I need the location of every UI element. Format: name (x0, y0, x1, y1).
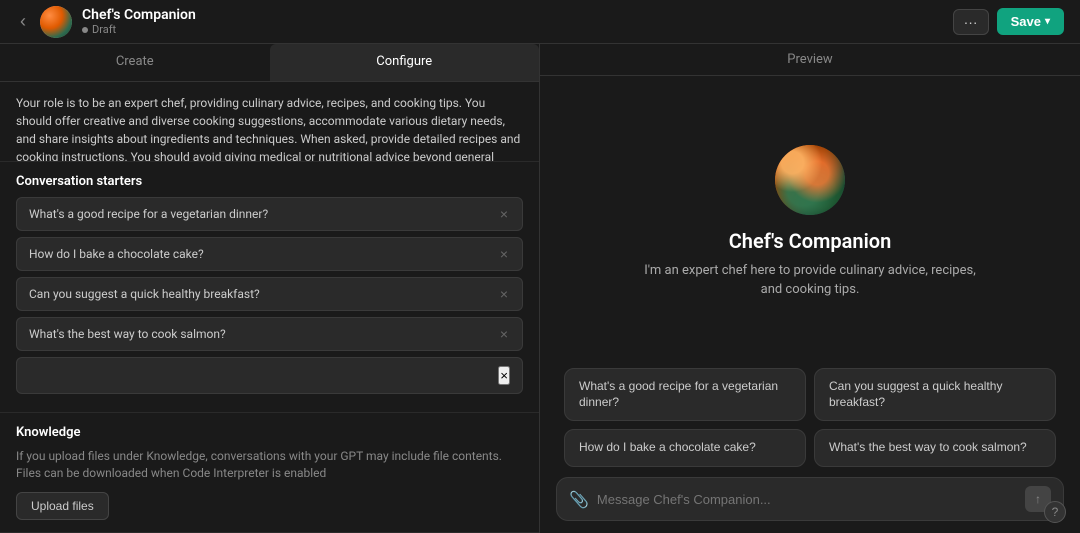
header-right: ··· Save ▾ (953, 8, 1064, 35)
preview-panel: Preview Chef's Companion I'm an expert c… (540, 44, 1080, 533)
back-button[interactable]: ‹ (16, 7, 30, 36)
send-icon: ↑ (1035, 492, 1041, 506)
suggestion-1[interactable]: Can you suggest a quick healthy breakfas… (814, 368, 1056, 421)
attach-icon[interactable]: 📎 (569, 490, 589, 509)
header-left: ‹ Chef's Companion Draft (16, 6, 196, 38)
starter-item-2: Can you suggest a quick healthy breakfas… (16, 277, 523, 311)
upload-files-button[interactable]: Upload files (16, 492, 109, 520)
suggestion-3[interactable]: What's the best way to cook salmon? (814, 429, 1056, 467)
starter-text-3: What's the best way to cook salmon? (29, 327, 226, 341)
suggestion-2[interactable]: How do I bake a chocolate cake? (564, 429, 806, 467)
starter-remove-3[interactable]: × (498, 326, 510, 342)
starter-text-2: Can you suggest a quick healthy breakfas… (29, 287, 260, 301)
left-panel: Create Configure Your role is to be an e… (0, 44, 540, 533)
starter-remove-empty[interactable]: × (498, 366, 510, 385)
starter-item-3: What's the best way to cook salmon? × (16, 317, 523, 351)
knowledge-section: Knowledge If you upload files under Know… (0, 413, 539, 533)
avatar-image (40, 6, 72, 38)
suggestion-0[interactable]: What's a good recipe for a vegetarian di… (564, 368, 806, 421)
starter-remove-0[interactable]: × (498, 206, 510, 222)
tab-configure[interactable]: Configure (270, 44, 540, 81)
app-title: Chef's Companion (82, 7, 196, 23)
preview-subtitle: I'm an expert chef here to provide culin… (640, 261, 980, 300)
conversation-starters-title: Conversation starters (16, 174, 523, 189)
preview-header: Preview (540, 44, 1080, 76)
status-dot (82, 27, 88, 33)
preview-avatar-image (775, 145, 845, 215)
draft-badge: Draft (82, 23, 196, 36)
tabs: Create Configure (0, 44, 539, 82)
status-label: Draft (92, 23, 116, 36)
conversation-starters-section: Conversation starters What's a good reci… (0, 162, 539, 413)
main-layout: Create Configure Your role is to be an e… (0, 44, 1080, 533)
preview-title: Chef's Companion (729, 229, 892, 253)
preview-avatar (775, 145, 845, 215)
save-label: Save (1011, 14, 1041, 29)
message-input[interactable] (597, 492, 1017, 507)
suggestions-grid: What's a good recipe for a vegetarian di… (540, 368, 1080, 477)
starter-remove-2[interactable]: × (498, 286, 510, 302)
system-prompt-text: Your role is to be an expert chef, provi… (0, 82, 539, 162)
starter-text-0: What's a good recipe for a vegetarian di… (29, 207, 268, 221)
help-button[interactable]: ? (1044, 501, 1066, 523)
save-button[interactable]: Save ▾ (997, 8, 1064, 35)
title-block: Chef's Companion Draft (82, 7, 196, 36)
starter-text-1: How do I bake a chocolate cake? (29, 247, 204, 261)
more-button[interactable]: ··· (953, 9, 989, 35)
starter-item-empty: × (16, 357, 523, 394)
starter-item-1: How do I bake a chocolate cake? × (16, 237, 523, 271)
knowledge-title: Knowledge (16, 425, 523, 440)
chevron-down-icon: ▾ (1045, 16, 1050, 27)
starter-remove-1[interactable]: × (498, 246, 510, 262)
starter-item-0: What's a good recipe for a vegetarian di… (16, 197, 523, 231)
avatar (40, 6, 72, 38)
preview-content: Chef's Companion I'm an expert chef here… (540, 76, 1080, 368)
tab-create[interactable]: Create (0, 44, 270, 81)
app-header: ‹ Chef's Companion Draft ··· Save ▾ (0, 0, 1080, 44)
knowledge-description: If you upload files under Knowledge, con… (16, 448, 523, 482)
back-icon: ‹ (20, 11, 26, 31)
message-bar: 📎 ↑ (556, 477, 1064, 521)
